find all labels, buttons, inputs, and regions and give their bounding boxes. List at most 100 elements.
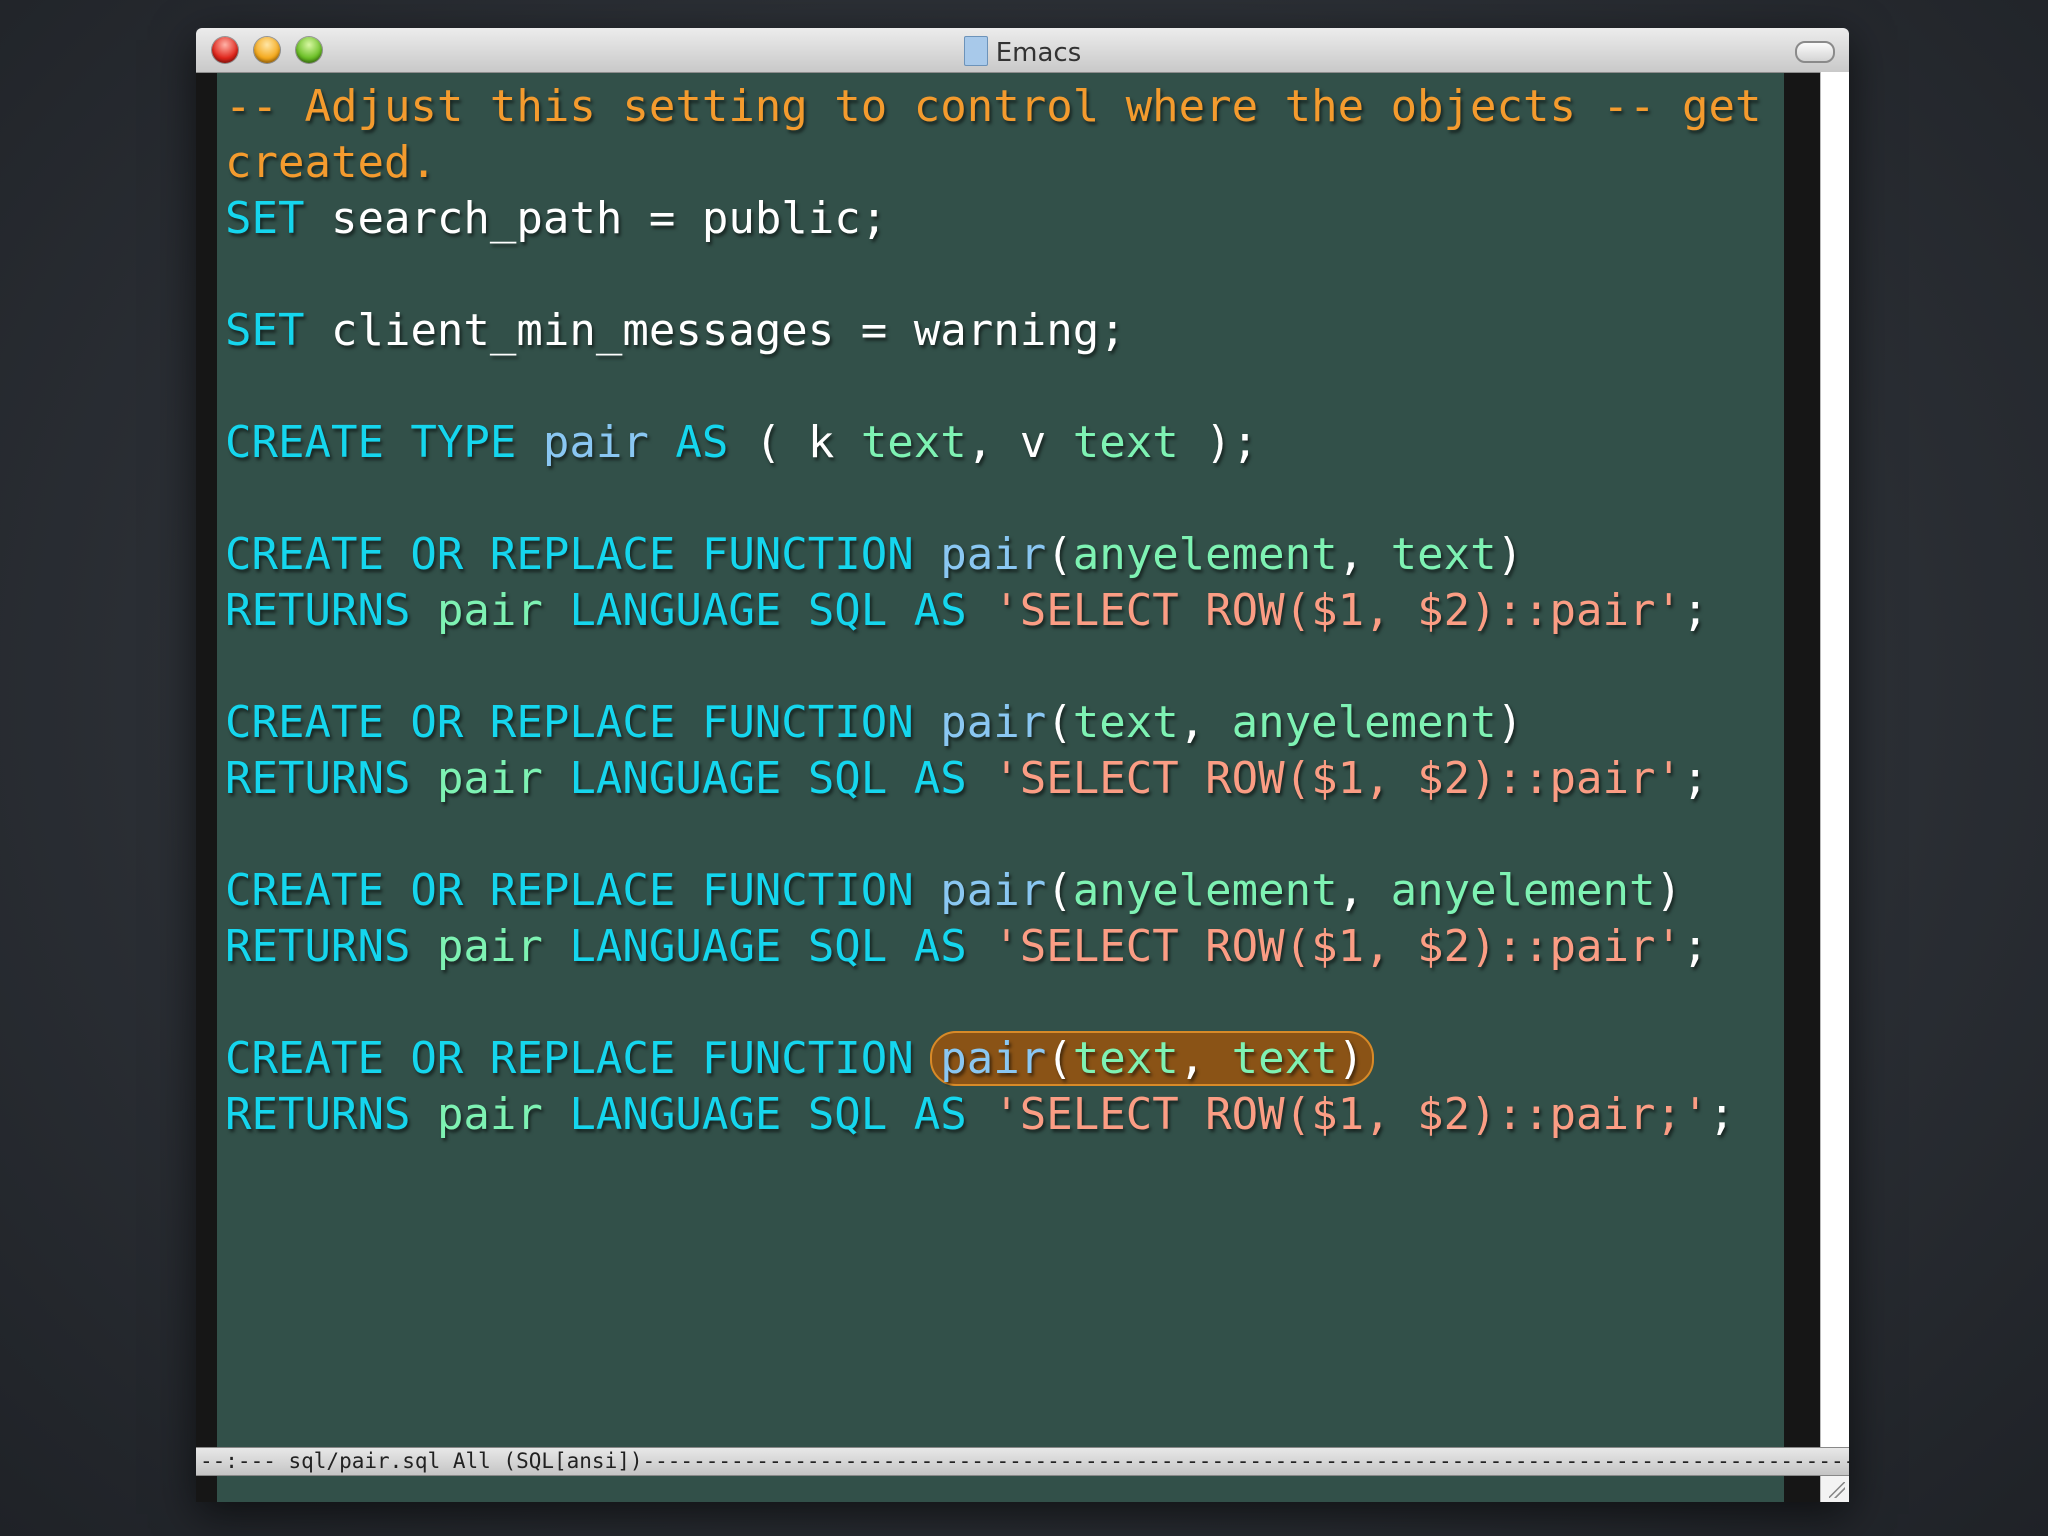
code-token: RETURNS — [225, 753, 411, 804]
code-token: , v — [966, 417, 1073, 468]
code-token: pair — [436, 1089, 543, 1140]
code-token: text — [1231, 1033, 1338, 1084]
code-token: pair — [436, 921, 543, 972]
code-token: SET — [225, 193, 305, 244]
window-title: Emacs — [995, 38, 1082, 68]
code-line: RETURNS pair LANGUAGE SQL AS 'SELECT ROW… — [225, 583, 1784, 639]
code-token: LANGUAGE SQL AS — [569, 1089, 967, 1140]
code-token: 'SELECT ROW($1, $2)::pair;' — [993, 1089, 1709, 1140]
code-token: 'SELECT ROW($1, $2)::pair' — [993, 585, 1683, 636]
window-frame: -- Adjust this setting to control where … — [196, 73, 1849, 1502]
code-token: text — [1390, 529, 1497, 580]
mode-line: --:--- sql/pair.sql All (SQL[ansi])-----… — [196, 1447, 1849, 1476]
code-token: CREATE OR REPLACE FUNCTION — [225, 865, 914, 916]
code-line: SET search_path = public; — [225, 191, 1784, 247]
code-token: text — [1072, 697, 1179, 748]
code-token: CREATE OR REPLACE FUNCTION — [225, 529, 914, 580]
code-token: ; — [1708, 1089, 1736, 1140]
code-token: ( — [1046, 529, 1073, 580]
code-line: RETURNS pair LANGUAGE SQL AS 'SELECT ROW… — [225, 751, 1784, 807]
code-token: ); — [1178, 417, 1259, 468]
paren-match-highlight: pair(text, text) — [930, 1031, 1375, 1086]
code-token: anyelement — [1072, 865, 1338, 916]
code-token: LANGUAGE SQL AS — [569, 753, 967, 804]
toolbar-toggle-icon[interactable] — [1795, 41, 1835, 63]
code-token: pair — [940, 529, 1047, 580]
code-token: pair — [436, 585, 543, 636]
code-token: client_min_messages = warning; — [304, 305, 1126, 356]
vertical-scrollbar[interactable] — [1820, 72, 1849, 1502]
code-token: 'SELECT ROW($1, $2)::pair' — [993, 753, 1683, 804]
code-token: ( — [1046, 1033, 1073, 1084]
code-token: pair — [940, 1033, 1047, 1084]
code-line: RETURNS pair LANGUAGE SQL AS 'SELECT ROW… — [225, 1087, 1784, 1143]
code-line: CREATE OR REPLACE FUNCTION pair(anyeleme… — [225, 527, 1784, 583]
document-icon — [963, 36, 988, 66]
code-line: -- Adjust this setting to control where … — [225, 79, 1784, 135]
editor-buffer[interactable]: -- Adjust this setting to control where … — [217, 73, 1784, 1502]
code-token: LANGUAGE SQL AS — [569, 585, 967, 636]
code-token: , — [1178, 1033, 1232, 1084]
code-token: CREATE OR REPLACE FUNCTION — [225, 697, 914, 748]
code-token: LANGUAGE SQL AS — [569, 921, 967, 972]
code-token: text — [1072, 1033, 1179, 1084]
code-token: RETURNS — [225, 1089, 411, 1140]
code-token: anyelement — [1072, 529, 1338, 580]
code-token: ( — [1046, 697, 1073, 748]
window-title-wrap: Emacs — [196, 36, 1849, 68]
code-token: ; — [1682, 921, 1709, 972]
code-token: pair — [940, 865, 1047, 916]
code-token: ) — [1655, 865, 1683, 916]
code-line: created. — [225, 135, 1784, 191]
code-line: CREATE OR REPLACE FUNCTION pair(text, an… — [225, 695, 1784, 751]
code-token: RETURNS — [225, 921, 411, 972]
code-token: ; — [1682, 753, 1709, 804]
code-token: ) — [1496, 697, 1524, 748]
code-token: 'SELECT ROW($1, $2)::pair' — [993, 921, 1683, 972]
code-token: pair — [940, 697, 1047, 748]
code-token: -- Adjust this setting to control where … — [225, 81, 1762, 132]
code-token: ( — [1046, 865, 1073, 916]
code-token: RETURNS — [225, 585, 411, 636]
resize-grip-icon[interactable] — [1820, 1476, 1849, 1502]
code-line: CREATE OR REPLACE FUNCTION pair(text, te… — [225, 1031, 1784, 1087]
code-token: text — [1072, 417, 1179, 468]
code-token: , — [1178, 697, 1232, 748]
code-line: RETURNS pair LANGUAGE SQL AS 'SELECT ROW… — [225, 919, 1784, 975]
title-bar[interactable]: Emacs — [196, 28, 1849, 73]
emacs-window: Emacs -- Adjust this setting to control … — [196, 28, 1849, 1502]
code-token: pair — [436, 753, 543, 804]
code-token: pair — [542, 417, 649, 468]
code-token: , — [1337, 865, 1391, 916]
code-text[interactable]: -- Adjust this setting to control where … — [225, 79, 1784, 1143]
code-line: CREATE OR REPLACE FUNCTION pair(anyeleme… — [225, 863, 1784, 919]
code-token: anyelement — [1231, 697, 1497, 748]
code-token: created. — [225, 137, 437, 188]
code-token: , — [1337, 529, 1391, 580]
code-token: CREATE TYPE — [225, 417, 517, 468]
code-token: ) — [1496, 529, 1524, 580]
code-line: CREATE TYPE pair AS ( k text, v text ); — [225, 415, 1784, 471]
code-line: SET client_min_messages = warning; — [225, 303, 1784, 359]
code-token: search_path = public; — [304, 193, 888, 244]
